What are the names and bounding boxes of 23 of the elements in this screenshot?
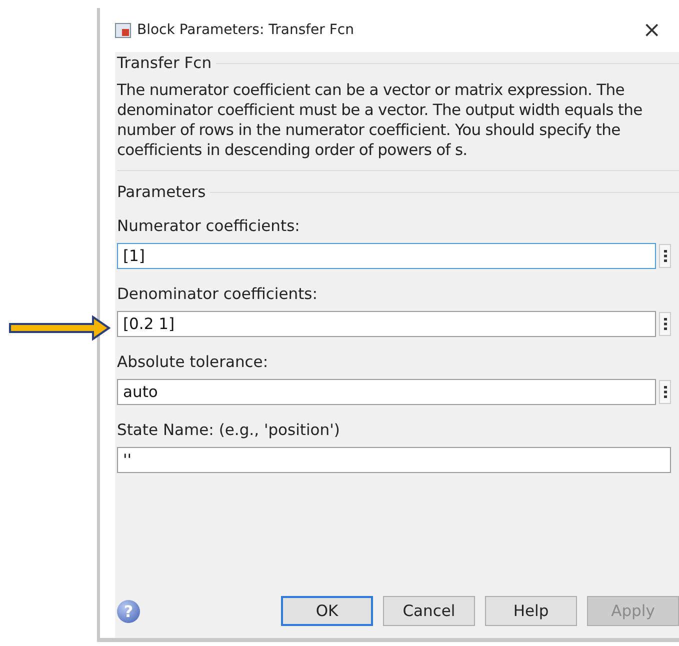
more-icon <box>664 250 666 262</box>
input-field[interactable]: [1] <box>117 243 656 269</box>
field-label: Denominator coefficients: <box>117 285 318 303</box>
block-name: Transfer Fcn <box>117 54 212 72</box>
block-icon <box>115 22 131 38</box>
description-text: The numerator coefficient can be a vector or matrix expression. The denominator coefficient must be a vector. The output width equals the number of rows in the numerator coefficient. You should specify the coefficients in descending order of powers of s. <box>117 80 644 160</box>
field-label: Absolute tolerance: <box>117 353 270 371</box>
close-icon[interactable]: × <box>642 18 661 42</box>
input-field[interactable]: [0.2 1] <box>117 311 656 337</box>
input-field[interactable]: auto <box>117 379 656 405</box>
field-label: State Name: (e.g., 'position') <box>117 421 341 439</box>
menu-button[interactable] <box>659 244 671 268</box>
section-title: Parameters <box>117 183 206 201</box>
field-label: Numerator coefficients: <box>117 217 301 235</box>
window-title: Block Parameters: Transfer Fcn <box>137 22 355 38</box>
menu-button[interactable] <box>659 380 671 404</box>
help-button[interactable]: Help <box>485 596 577 626</box>
cancel-button[interactable]: Cancel <box>383 596 475 626</box>
menu-button[interactable] <box>659 312 671 336</box>
input-field[interactable]: '' <box>117 447 671 473</box>
more-icon <box>664 386 666 398</box>
more-icon <box>664 318 666 330</box>
ok-button[interactable]: OK <box>281 596 373 626</box>
